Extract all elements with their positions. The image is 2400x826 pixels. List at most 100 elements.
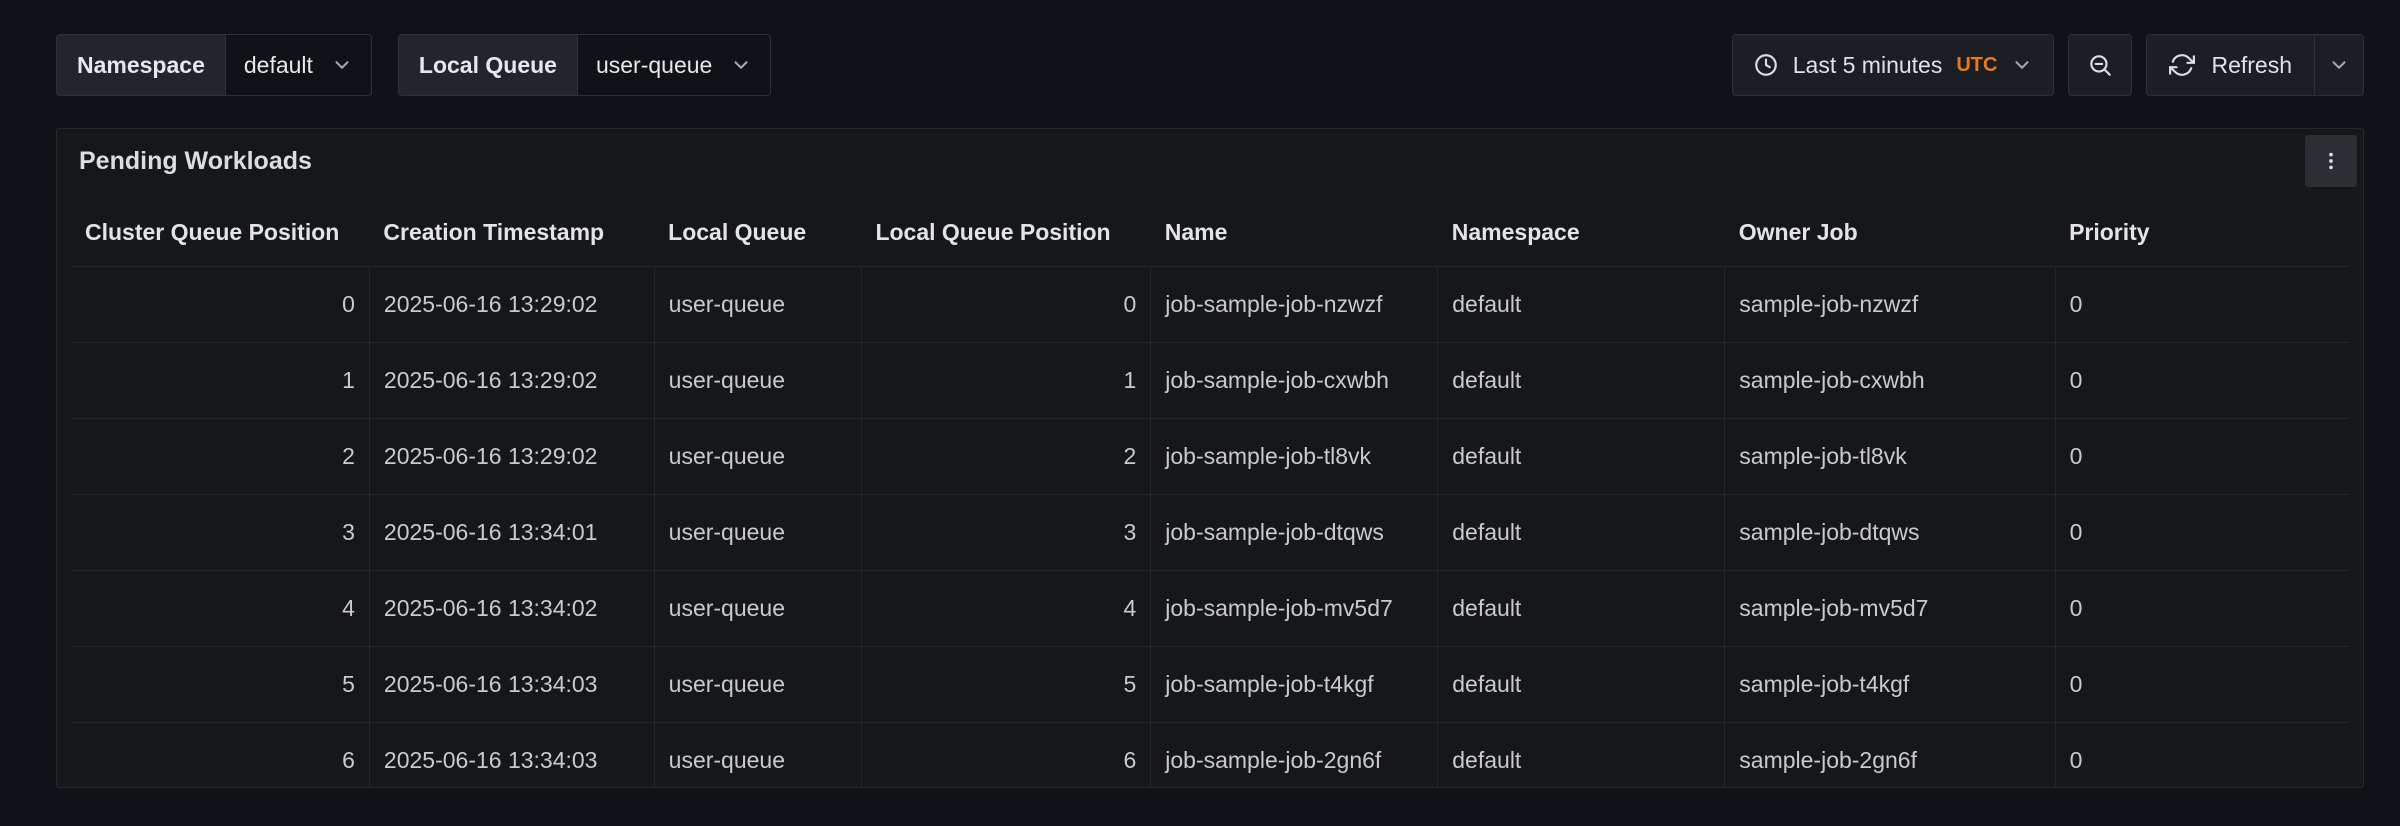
table-cell: user-queue <box>654 723 861 789</box>
table-cell: user-queue <box>654 343 861 419</box>
table-cell: 3 <box>71 495 369 571</box>
table-row: 42025-06-16 13:34:02user-queue4job-sampl… <box>71 571 2349 647</box>
table-cell: default <box>1438 343 1725 419</box>
table-cell: job-sample-job-nzwzf <box>1151 267 1438 343</box>
table-cell: default <box>1438 495 1725 571</box>
refresh-control: Refresh <box>2146 34 2364 96</box>
table-cell: 0 <box>2055 495 2349 571</box>
dashboard: Namespace default Local Queue user-queue <box>0 0 2400 826</box>
table-cell: 6 <box>71 723 369 789</box>
table-cell: default <box>1438 267 1725 343</box>
table-cell: 5 <box>71 647 369 723</box>
table-cell: 0 <box>2055 343 2349 419</box>
zoom-out-icon <box>2087 52 2113 78</box>
table-cell: 2025-06-16 13:34:03 <box>369 647 654 723</box>
column-header[interactable]: Cluster Queue Position <box>71 193 369 267</box>
table-cell: 5 <box>861 647 1150 723</box>
table-cell: 2025-06-16 13:29:02 <box>369 343 654 419</box>
table-cell: default <box>1438 723 1725 789</box>
pending-workloads-table: Cluster Queue PositionCreation Timestamp… <box>71 193 2349 788</box>
column-header[interactable]: Owner Job <box>1725 193 2055 267</box>
table-row: 12025-06-16 13:29:02user-queue1job-sampl… <box>71 343 2349 419</box>
table-panel-body: Cluster Queue PositionCreation Timestamp… <box>57 193 2363 788</box>
table-cell: 6 <box>861 723 1150 789</box>
table-cell: default <box>1438 419 1725 495</box>
chevron-down-icon <box>730 54 752 76</box>
table-cell: user-queue <box>654 571 861 647</box>
clock-icon <box>1753 52 1779 78</box>
table-cell: job-sample-job-2gn6f <box>1151 723 1438 789</box>
namespace-variable: Namespace default <box>56 34 372 96</box>
refresh-icon <box>2169 52 2195 78</box>
table-cell: job-sample-job-mv5d7 <box>1151 571 1438 647</box>
column-header[interactable]: Name <box>1151 193 1438 267</box>
namespace-variable-select[interactable]: default <box>226 35 371 95</box>
table-row: 22025-06-16 13:29:02user-queue2job-sampl… <box>71 419 2349 495</box>
chevron-down-icon <box>331 54 353 76</box>
table-cell: user-queue <box>654 419 861 495</box>
table-cell: sample-job-nzwzf <box>1725 267 2055 343</box>
table-cell: 2025-06-16 13:34:03 <box>369 723 654 789</box>
dashboard-toolbar: Namespace default Local Queue user-queue <box>56 34 2364 96</box>
table-cell: 0 <box>2055 647 2349 723</box>
local-queue-variable-label: Local Queue <box>399 35 578 95</box>
table-cell: 3 <box>861 495 1150 571</box>
time-range-picker[interactable]: Last 5 minutes UTC <box>1732 34 2055 96</box>
panel-title[interactable]: Pending Workloads <box>79 147 312 176</box>
table-cell: job-sample-job-tl8vk <box>1151 419 1438 495</box>
table-cell: 0 <box>2055 267 2349 343</box>
table-cell: 0 <box>2055 419 2349 495</box>
kebab-menu-icon <box>2320 150 2342 172</box>
table-body: 02025-06-16 13:29:02user-queue0job-sampl… <box>71 267 2349 789</box>
table-cell: 2025-06-16 13:29:02 <box>369 267 654 343</box>
panel-menu-button[interactable] <box>2305 135 2357 187</box>
table-cell: 4 <box>71 571 369 647</box>
table-cell: sample-job-2gn6f <box>1725 723 2055 789</box>
table-row: 32025-06-16 13:34:01user-queue3job-sampl… <box>71 495 2349 571</box>
column-header[interactable]: Priority <box>2055 193 2349 267</box>
table-cell: user-queue <box>654 647 861 723</box>
table-row: 62025-06-16 13:34:03user-queue6job-sampl… <box>71 723 2349 789</box>
table-row: 02025-06-16 13:29:02user-queue0job-sampl… <box>71 267 2349 343</box>
table-cell: job-sample-job-t4kgf <box>1151 647 1438 723</box>
table-cell: 0 <box>861 267 1150 343</box>
table-cell: 2 <box>861 419 1150 495</box>
refresh-button[interactable]: Refresh <box>2147 35 2314 95</box>
column-header[interactable]: Local Queue Position <box>861 193 1150 267</box>
table-cell: 4 <box>861 571 1150 647</box>
column-header[interactable]: Namespace <box>1438 193 1725 267</box>
table-cell: 2025-06-16 13:34:01 <box>369 495 654 571</box>
local-queue-variable-value: user-queue <box>596 52 712 79</box>
column-header[interactable]: Creation Timestamp <box>369 193 654 267</box>
zoom-out-button[interactable] <box>2068 34 2132 96</box>
table-cell: default <box>1438 647 1725 723</box>
table-cell: default <box>1438 571 1725 647</box>
chevron-down-icon <box>2011 54 2033 76</box>
table-cell: 2025-06-16 13:34:02 <box>369 571 654 647</box>
time-controls: Last 5 minutes UTC Refresh <box>1732 34 2364 96</box>
table-cell: 0 <box>71 267 369 343</box>
refresh-button-label: Refresh <box>2211 52 2292 79</box>
table-cell: 1 <box>71 343 369 419</box>
table-cell: job-sample-job-cxwbh <box>1151 343 1438 419</box>
table-cell: 0 <box>2055 571 2349 647</box>
time-range-label: Last 5 minutes <box>1793 52 1943 79</box>
variable-controls: Namespace default Local Queue user-queue <box>56 34 771 96</box>
table-header-row: Cluster Queue PositionCreation Timestamp… <box>71 193 2349 267</box>
table-cell: job-sample-job-dtqws <box>1151 495 1438 571</box>
table-cell: sample-job-tl8vk <box>1725 419 2055 495</box>
table-row: 52025-06-16 13:34:03user-queue5job-sampl… <box>71 647 2349 723</box>
table-cell: 2025-06-16 13:29:02 <box>369 419 654 495</box>
column-header[interactable]: Local Queue <box>654 193 861 267</box>
timezone-label: UTC <box>1956 54 1997 77</box>
table-cell: sample-job-t4kgf <box>1725 647 2055 723</box>
table-cell: sample-job-dtqws <box>1725 495 2055 571</box>
table-cell: sample-job-cxwbh <box>1725 343 2055 419</box>
refresh-interval-dropdown[interactable] <box>2314 35 2363 95</box>
namespace-variable-label: Namespace <box>57 35 226 95</box>
table-cell: user-queue <box>654 495 861 571</box>
local-queue-variable: Local Queue user-queue <box>398 34 771 96</box>
namespace-variable-value: default <box>244 52 313 79</box>
local-queue-variable-select[interactable]: user-queue <box>578 35 770 95</box>
table-cell: 2 <box>71 419 369 495</box>
